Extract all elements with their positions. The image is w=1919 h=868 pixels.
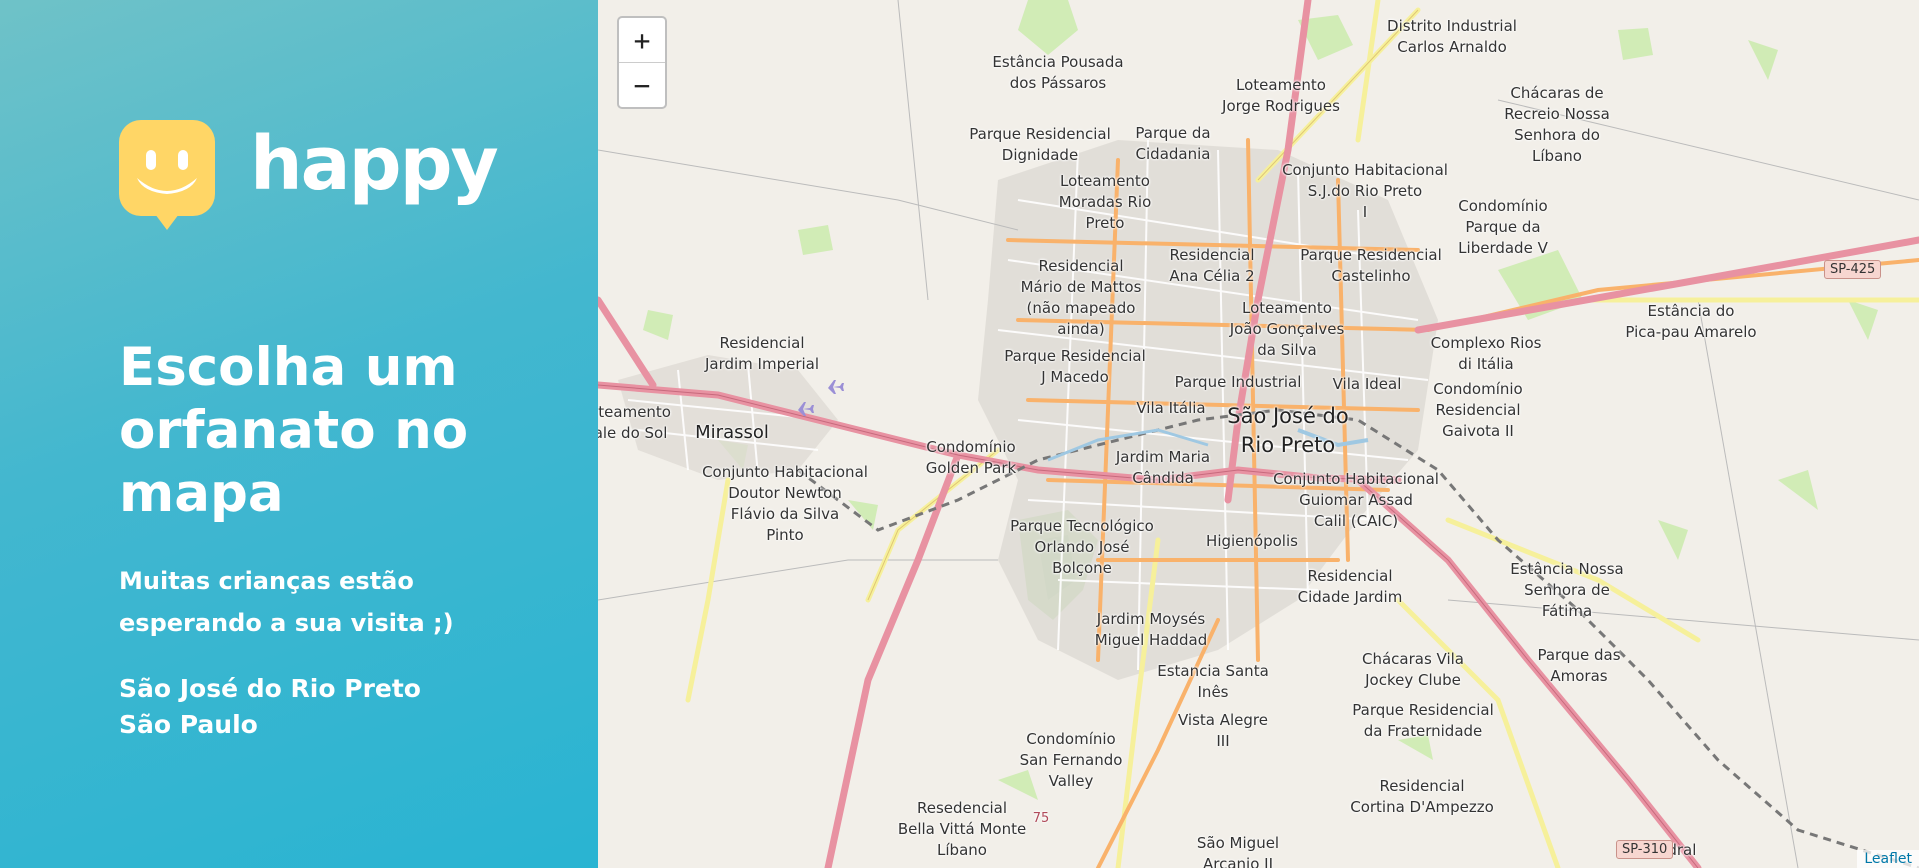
map-label: Vila Ideal (1332, 375, 1402, 393)
location-state: São Paulo (119, 710, 258, 739)
map-label: Parque Residencial da Fraternidade (1352, 701, 1494, 740)
page-title: Escolha um orfanato no mapa (119, 337, 469, 524)
map-attribution-link[interactable]: Leaflet (1857, 850, 1919, 868)
map-label: Condomínio Residencial Gaivota II (1433, 380, 1523, 440)
map-label: Parque Industrial (1174, 373, 1302, 391)
map-label: Parque Tecnológico Orlando José Bolçone (1010, 517, 1154, 577)
map-label: Chácaras de Recreio Nossa Senhora do Líb… (1504, 84, 1610, 165)
map[interactable]: Distrito Industrial Carlos Arnaldo Estân… (598, 0, 1919, 868)
map-label: Residencial Cidade Jardim (1297, 567, 1403, 606)
map-label: Jardim Moysés Miguel Haddad (1094, 610, 1208, 649)
zoom-in-button[interactable]: + (619, 18, 665, 62)
map-label: Estância Pousada dos Pássaros (992, 53, 1124, 92)
road-number-label: 75 (1032, 811, 1050, 826)
page-subtitle: Muitas crianças estão esperando a sua vi… (119, 567, 454, 637)
map-label: Distrito Industrial Carlos Arnaldo (1387, 17, 1517, 56)
map-label: Condomínio San Fernando Valley (1019, 730, 1123, 790)
map-label: Resedencial Bella Vittá Monte Líbano (897, 799, 1027, 859)
map-label: Complexo Rios di Itália (1430, 334, 1542, 373)
map-label: Conjunto Habitacional S.J.do Rio Preto I (1282, 161, 1448, 221)
location-info: São José do Rio Preto São Paulo (119, 671, 421, 743)
zoom-control: + − (617, 16, 667, 109)
logo-wordmark: happy (250, 121, 499, 207)
map-label: Estancia Santa Inês (1157, 662, 1269, 701)
map-label: Estância do Pica-pau Amarelo (1625, 302, 1757, 341)
map-label: Parque da Cidadania (1135, 124, 1211, 163)
map-label: Mirassol (695, 422, 769, 443)
map-label: São Miguel Arcanjo II (1196, 834, 1280, 868)
map-label: Parque das Amoras (1537, 646, 1621, 685)
location-city: São José do Rio Preto (119, 674, 421, 703)
map-label: Estância Nossa Senhora de Fátima (1510, 560, 1624, 620)
map-label: Condomínio Parque da Liberdade V (1458, 197, 1548, 257)
map-label: Jardim Maria Cândida (1115, 448, 1211, 487)
map-label: Parque Residencial Castelinho (1300, 246, 1442, 285)
map-label: Loteamento Vale do Sol (598, 403, 671, 442)
map-label: Parque Residencial Dignidade (969, 125, 1111, 164)
map-label: Vista Alegre III (1178, 711, 1268, 750)
map-label: São José do Rio Preto (1227, 404, 1349, 457)
map-label: Conjunto Habitacional Doutor Newton Fláv… (702, 463, 868, 544)
map-label: Loteamento João Gonçalves da Silva (1229, 299, 1345, 359)
highway-shield: SP-425 (1824, 260, 1882, 279)
map-label: Parque Residencial J Macedo (1004, 347, 1146, 386)
map-label: Residencial Cortina D'Ampezzo (1350, 777, 1494, 816)
map-label: Residencial Jardim Imperial (704, 334, 820, 373)
map-label: Residencial Ana Célia 2 (1169, 246, 1255, 285)
sidebar: happy Escolha um orfanato no mapa Muitas… (0, 0, 598, 868)
map-label: Condomínio Golden Park (925, 438, 1017, 477)
map-label: Conjunto Habitacional Guiomar Assad Cali… (1273, 470, 1439, 530)
map-label: Residencial Mário de Mattos (não mapeado… (1020, 257, 1142, 338)
smiley-logo-icon (119, 120, 215, 230)
highway-shield: SP-310 (1616, 840, 1674, 859)
map-label: Loteamento Moradas Rio Preto (1058, 172, 1152, 232)
zoom-out-button[interactable]: − (619, 62, 665, 107)
map-label: Higienópolis (1206, 532, 1298, 550)
logo: happy (119, 120, 499, 230)
map-label: Loteamento Jorge Rodrigues (1222, 76, 1340, 115)
map-label: Chácaras Vila Jockey Clube (1361, 650, 1465, 689)
map-label: Vila Itália (1136, 399, 1206, 417)
